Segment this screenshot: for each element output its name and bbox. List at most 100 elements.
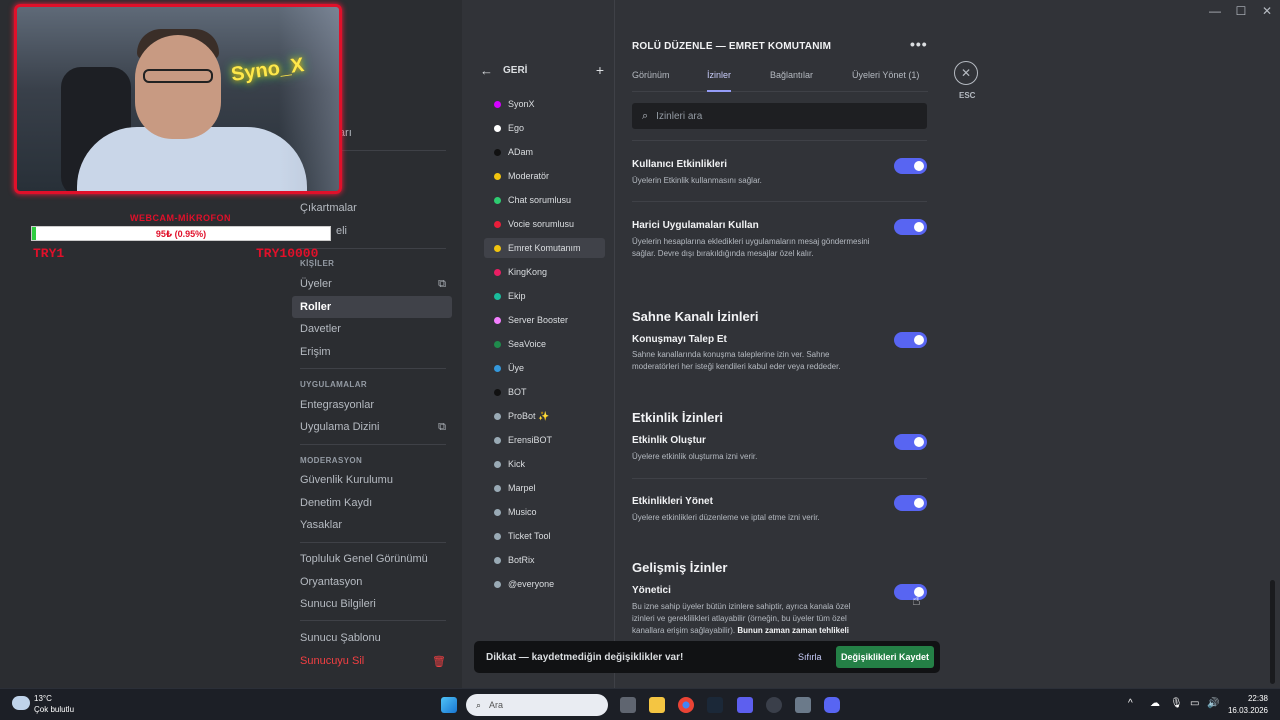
reset-button[interactable]: Sıfırla (798, 652, 822, 662)
role-item[interactable]: ErensiBOT (484, 430, 605, 450)
role-color-dot (494, 148, 501, 156)
role-color-dot (494, 268, 501, 276)
nav-item-roles[interactable]: Roller (292, 296, 452, 318)
esc-label: ESC (959, 91, 976, 100)
weather-desc[interactable]: Çok bulutlu (34, 705, 74, 714)
tab-display[interactable]: Görünüm (632, 70, 670, 92)
role-item[interactable]: Ekip (484, 286, 605, 306)
role-item[interactable]: ADam (484, 142, 605, 162)
cloud-icon[interactable] (12, 696, 30, 710)
volume-icon[interactable]: 🔊 (1207, 698, 1219, 709)
toggle-create-events[interactable] (894, 434, 927, 450)
editor-title: ROLÜ DÜZENLE — EMRET KOMUTANIM (632, 41, 832, 52)
donation-goal-max: TRY10000 (256, 246, 319, 261)
toggle-request-to-speak[interactable] (894, 332, 927, 348)
role-name: Emret Komutanım (508, 243, 581, 253)
toggle-user-activities[interactable] (894, 158, 927, 174)
nav-item-onboarding[interactable]: Oryantasyon (292, 571, 452, 593)
external-link-icon: ⧉ (438, 420, 446, 433)
role-color-dot (494, 100, 501, 108)
toggle-manage-events[interactable] (894, 495, 927, 511)
close-window-icon[interactable]: ✕ (1254, 0, 1280, 22)
nav-item-delete-server[interactable]: Sunucuyu Sil 🗑 (292, 650, 452, 672)
close-icon[interactable]: ✕ (954, 61, 978, 85)
nav-item-safety-setup[interactable]: Güvenlik Kurulumu (292, 469, 452, 491)
role-item[interactable]: SeaVoice (484, 334, 605, 354)
role-name: BotRix (508, 555, 535, 565)
nav-item-audit-log[interactable]: Denetim Kaydı (292, 492, 452, 514)
back-button[interactable]: GERİ (503, 65, 527, 76)
nav-item-server-template[interactable]: Sunucu Şablonu (292, 627, 452, 649)
nav-item-server-info[interactable]: Sunucu Bilgileri (292, 593, 452, 615)
perm-divider (632, 140, 927, 141)
role-item[interactable]: @everyone (484, 574, 605, 594)
tab-links[interactable]: Bağlantılar (770, 70, 813, 92)
nav-divider (300, 542, 446, 543)
obs-icon[interactable] (766, 697, 782, 713)
nav-item-invites[interactable]: Davetler (292, 318, 452, 340)
app-icon[interactable] (795, 697, 811, 713)
role-color-dot (494, 124, 501, 132)
tab-permissions[interactable]: İzinler (707, 70, 732, 92)
permissions-search[interactable]: ⌕ (632, 103, 927, 129)
role-item[interactable]: BotRix (484, 550, 605, 570)
minimize-icon[interactable]: — (1202, 0, 1228, 22)
role-item[interactable]: Server Booster (484, 310, 605, 330)
toggle-external-apps[interactable] (894, 219, 927, 235)
nav-item-bans[interactable]: Yasaklar (292, 514, 452, 536)
role-item[interactable]: Emret Komutanım (484, 238, 605, 258)
role-item[interactable]: Kick (484, 454, 605, 474)
microphone-icon[interactable]: 🎙 (1170, 698, 1183, 709)
nav-item-community-overview[interactable]: Topluluk Genel Görünümü (292, 548, 452, 570)
role-name: Ego (508, 123, 525, 133)
role-item[interactable]: BOT (484, 382, 605, 402)
chevron-up-icon[interactable]: ^ (1128, 698, 1133, 709)
role-item[interactable]: Üye (484, 358, 605, 378)
add-role-button[interactable]: + (596, 62, 604, 78)
nav-item-access[interactable]: Erişim (292, 341, 452, 363)
role-item[interactable]: Marpel (484, 478, 605, 498)
network-icon[interactable]: ☁ (1150, 698, 1160, 709)
steam-icon[interactable] (707, 697, 723, 713)
role-item[interactable]: Ticket Tool (484, 526, 605, 546)
weather-temp[interactable]: 13°C (34, 694, 52, 703)
app-icon[interactable] (737, 697, 753, 713)
toggle-administrator[interactable] (894, 584, 927, 600)
windows-start-icon[interactable] (441, 697, 457, 713)
discord-icon[interactable] (824, 697, 840, 713)
clock-date: 16.03.2026 (1227, 706, 1268, 715)
role-item[interactable]: SyonX (484, 94, 605, 114)
scrollbar[interactable] (1270, 580, 1275, 684)
role-item[interactable]: Ego (484, 118, 605, 138)
nav-item-stickers[interactable]: Çıkartmalar (292, 197, 452, 219)
display-icon[interactable]: ▭ (1190, 698, 1199, 709)
nav-item-app-directory[interactable]: Uygulama Dizini ⧉ (292, 416, 452, 438)
save-changes-button[interactable]: Değişiklikleri Kaydet (836, 646, 934, 668)
clock-time: 22:38 (1247, 694, 1268, 703)
role-item[interactable]: KingKong (484, 262, 605, 282)
file-explorer-icon[interactable] (649, 697, 665, 713)
role-item[interactable]: Musico (484, 502, 605, 522)
role-color-dot (494, 508, 501, 516)
role-item[interactable]: Chat sorumlusu (484, 190, 605, 210)
role-name: SyonX (508, 99, 535, 109)
toggle-knob (914, 161, 924, 171)
nav-item-integrations[interactable]: Entegrasyonlar (292, 394, 452, 416)
maximize-icon[interactable]: ☐ (1228, 0, 1254, 22)
clock[interactable]: 22:38 16.03.2026 (1228, 693, 1268, 717)
nav-divider (300, 620, 446, 621)
permissions-search-input[interactable] (656, 110, 897, 122)
role-name: ErensiBOT (508, 435, 553, 445)
more-options-icon[interactable]: ••• (910, 36, 928, 52)
taskbar-search[interactable]: ⌕ Ara (466, 694, 608, 716)
role-item[interactable]: Vocie sorumlusu (484, 214, 605, 234)
chrome-icon[interactable] (678, 697, 694, 713)
taskbar-search-placeholder: Ara (489, 700, 504, 710)
role-item[interactable]: ProBot ✨ (484, 406, 605, 426)
task-view-icon[interactable] (620, 697, 636, 713)
nav-item-members[interactable]: Üyeler ⧉ (292, 273, 452, 295)
back-arrow-icon[interactable]: ← (480, 63, 493, 78)
tab-manage-members[interactable]: Üyeleri Yönet (1) (852, 70, 919, 92)
perm-desc: Bu izne sahip üyeler bütün izinlere sahi… (632, 601, 872, 637)
role-item[interactable]: Moderatör (484, 166, 605, 186)
